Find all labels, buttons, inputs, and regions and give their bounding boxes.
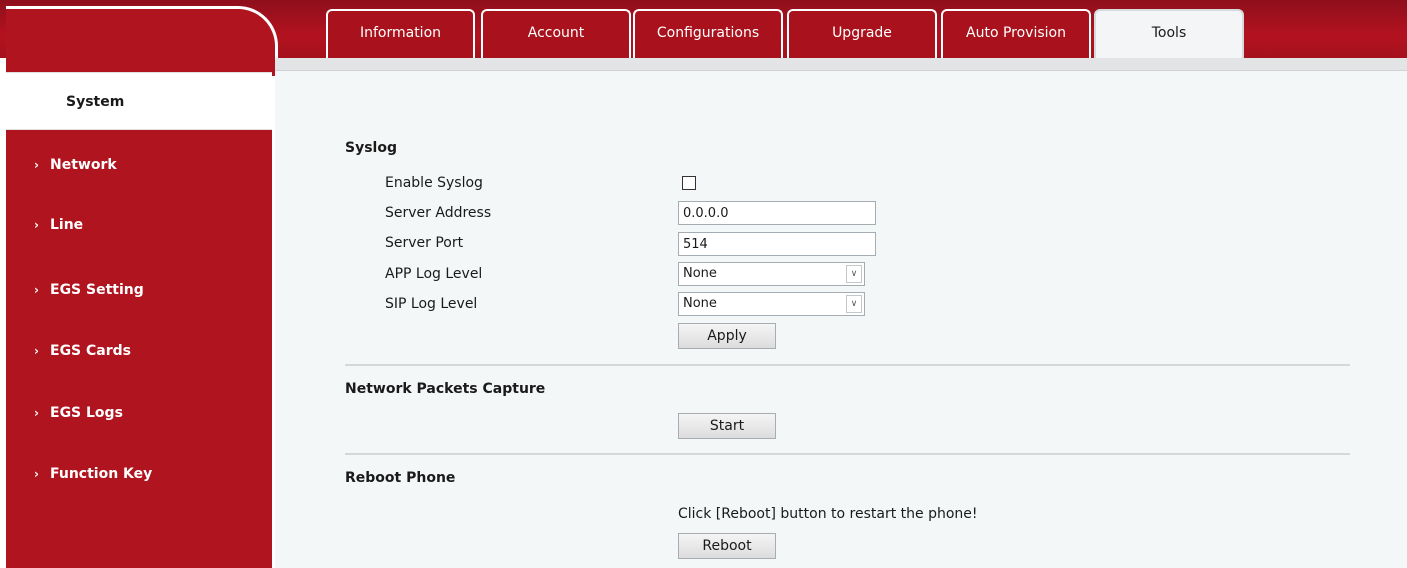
chevron-right-icon: › xyxy=(34,406,39,420)
tab-auto-provision[interactable]: Auto Provision xyxy=(941,9,1091,58)
capture-section-title: Network Packets Capture xyxy=(345,381,546,397)
reboot-section-title: Reboot Phone xyxy=(345,470,456,486)
server-address-input[interactable] xyxy=(678,201,876,225)
enable-syslog-checkbox[interactable] xyxy=(682,176,696,190)
chevron-right-icon: › xyxy=(34,344,39,358)
tab-information[interactable]: Information xyxy=(326,9,475,58)
enable-syslog-label: Enable Syslog xyxy=(385,175,483,191)
sidebar-item-system[interactable]: System xyxy=(6,72,272,130)
sidebar-item-label: EGS Cards xyxy=(50,343,131,359)
sidebar-item-label: EGS Setting xyxy=(50,282,144,298)
syslog-section-title: Syslog xyxy=(345,140,397,156)
section-divider xyxy=(345,364,1350,366)
app-log-level-select[interactable]: None ∨ xyxy=(678,262,865,286)
sidebar-item-label: Function Key xyxy=(50,466,153,482)
sidebar-item-label: Line xyxy=(50,217,84,233)
sip-log-level-select[interactable]: None ∨ xyxy=(678,292,865,316)
app-log-level-value: None xyxy=(683,266,717,281)
sidebar-item-label: Network xyxy=(50,157,117,173)
start-capture-button[interactable]: Start xyxy=(678,413,776,439)
chevron-down-icon: ∨ xyxy=(846,295,862,313)
tab-tools[interactable]: Tools xyxy=(1094,9,1244,58)
tab-configurations[interactable]: Configurations xyxy=(633,9,783,58)
tab-underline-strip xyxy=(275,58,1407,71)
logo-area xyxy=(6,6,278,76)
sip-log-level-value: None xyxy=(683,296,717,311)
sidebar-item-function-key[interactable]: › Function Key xyxy=(6,454,272,494)
server-port-label: Server Port xyxy=(385,235,464,251)
chevron-down-icon: ∨ xyxy=(846,265,862,283)
sidebar-item-egs-logs[interactable]: › EGS Logs xyxy=(6,393,272,433)
sidebar-item-network[interactable]: › Network xyxy=(6,145,272,185)
reboot-note: Click [Reboot] button to restart the pho… xyxy=(678,506,978,522)
apply-button[interactable]: Apply xyxy=(678,323,776,349)
tab-account[interactable]: Account xyxy=(481,9,631,58)
sidebar-item-egs-setting[interactable]: › EGS Setting xyxy=(6,270,272,310)
tab-upgrade[interactable]: Upgrade xyxy=(787,9,937,58)
sidebar-item-label: EGS Logs xyxy=(50,405,123,421)
app-log-level-label: APP Log Level xyxy=(385,266,483,282)
sidebar-item-line[interactable]: › Line xyxy=(6,205,272,245)
server-port-input[interactable] xyxy=(678,232,876,256)
server-address-label: Server Address xyxy=(385,205,492,221)
main-panel: Syslog Enable Syslog Server Address Serv… xyxy=(275,71,1407,568)
chevron-right-icon: › xyxy=(34,467,39,481)
chevron-right-icon: › xyxy=(34,218,39,232)
sidebar-item-egs-cards[interactable]: › EGS Cards xyxy=(6,331,272,371)
chevron-right-icon: › xyxy=(34,283,39,297)
section-divider xyxy=(345,453,1350,455)
chevron-right-icon: › xyxy=(34,158,39,172)
sip-log-level-label: SIP Log Level xyxy=(385,296,478,312)
reboot-button[interactable]: Reboot xyxy=(678,533,776,559)
